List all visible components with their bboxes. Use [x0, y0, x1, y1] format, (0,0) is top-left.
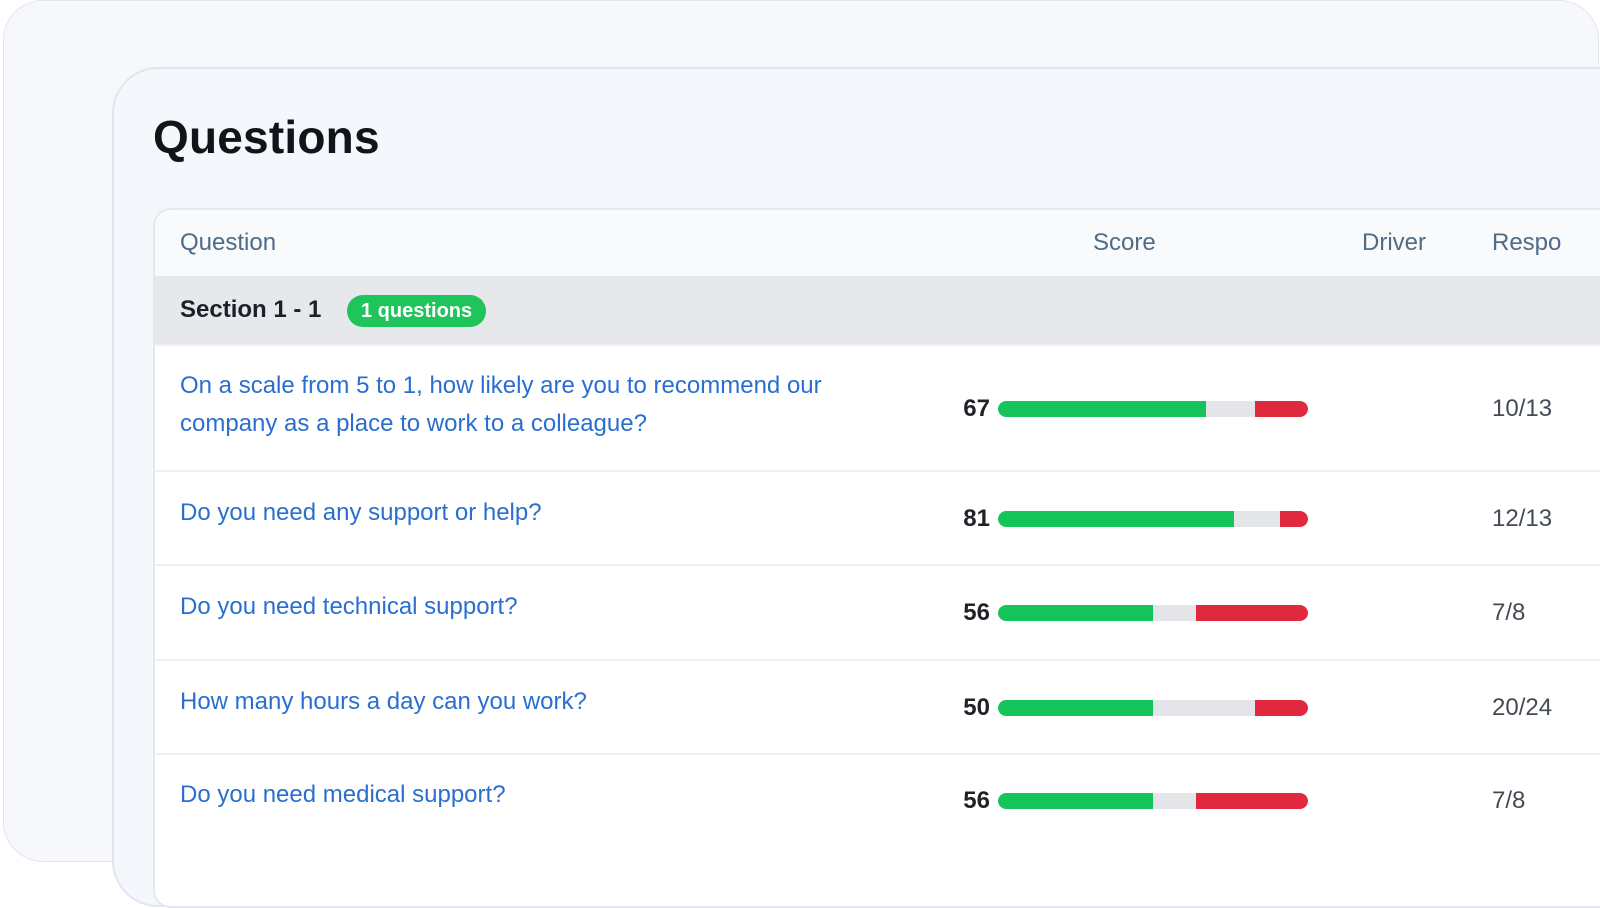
score-value: 50	[963, 694, 990, 721]
responses-value: 7/8	[1492, 599, 1526, 626]
score-value: 56	[963, 787, 990, 814]
score-bar	[998, 605, 1308, 621]
score-value: 81	[963, 505, 990, 532]
responses-value: 10/13	[1492, 395, 1553, 422]
table-row[interactable]: Do you need technical support? 56 7/8	[155, 564, 1600, 659]
column-header-responses[interactable]: Respo	[1492, 229, 1561, 257]
score-bar	[998, 401, 1308, 417]
score-bar-negative	[1255, 401, 1308, 417]
score-bar-positive	[998, 401, 1206, 417]
column-header-score[interactable]: Score	[1093, 229, 1156, 257]
score-value: 67	[963, 395, 990, 422]
score-value: 56	[963, 599, 990, 626]
table-row[interactable]: How many hours a day can you work? 50 20/2…	[155, 659, 1600, 753]
score-bar	[998, 511, 1308, 527]
score-bar-positive	[998, 511, 1234, 527]
table-row[interactable]: On a scale from 5 to 1, how likely are y…	[155, 344, 1600, 470]
page-title: Questions	[153, 111, 380, 163]
section-title: Section 1 - 1	[180, 296, 322, 323]
table-header: Question Score Driver Respo	[155, 210, 1600, 276]
score-bar-negative	[1196, 605, 1308, 621]
responses-value: 20/24	[1492, 694, 1553, 721]
question-link[interactable]: How many hours a day can you work?	[180, 683, 900, 721]
question-link[interactable]: Do you need technical support?	[180, 588, 900, 626]
question-link[interactable]: On a scale from 5 to 1, how likely are y…	[180, 367, 900, 443]
responses-value: 7/8	[1492, 787, 1526, 814]
questions-table: Question Score Driver Respo Section 1 - …	[153, 208, 1600, 908]
score-bar-positive	[998, 605, 1153, 621]
score-bar-negative	[1196, 793, 1308, 809]
question-link[interactable]: Do you need any support or help?	[180, 494, 900, 532]
score-bar	[998, 793, 1308, 809]
score-bar-negative	[1255, 700, 1308, 716]
table-row[interactable]: Do you need any support or help? 81 12/13	[155, 470, 1600, 564]
question-count-badge: 1 questions	[347, 295, 487, 327]
question-link[interactable]: Do you need medical support?	[180, 776, 900, 814]
responses-value: 12/13	[1492, 505, 1553, 532]
score-bar-negative	[1280, 511, 1308, 527]
section-row[interactable]: Section 1 - 1 1 questions	[155, 276, 1600, 344]
score-bar-positive	[998, 700, 1153, 716]
column-header-question[interactable]: Question	[180, 229, 276, 257]
score-bar	[998, 700, 1308, 716]
column-header-driver[interactable]: Driver	[1362, 229, 1426, 257]
score-bar-positive	[998, 793, 1153, 809]
table-row[interactable]: Do you need medical support? 56 7/8	[155, 753, 1600, 906]
